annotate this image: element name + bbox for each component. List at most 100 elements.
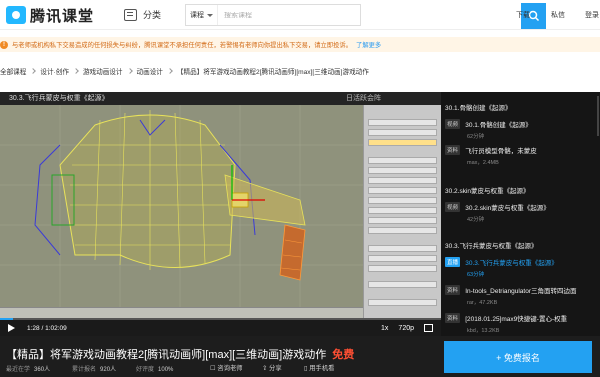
panel-field xyxy=(368,197,437,204)
playback-time: 1:28 / 1:02:09 xyxy=(27,324,67,332)
rating-label: 好评度 xyxy=(136,367,155,373)
item-meta: rar，47.2KB xyxy=(467,300,498,306)
total-label: 累计报名 xyxy=(72,367,97,373)
video-title: 30.3.飞行兵蒙皮与权重《起源》 xyxy=(9,95,109,102)
course-title-text: 【精品】将军游戏动画教程2[腾讯动画师][max][三维动画]游戏动作 xyxy=(6,349,327,361)
panel-field xyxy=(368,139,437,146)
playlist-item[interactable]: 资料 飞行员模型骨骼，未蒙皮 max，2.4MB xyxy=(445,145,597,166)
course-price: 免费 xyxy=(332,349,355,361)
chevron-right-icon xyxy=(73,68,79,74)
site-header: 腾讯课堂 分类 课程 下载 私信 登录 xyxy=(0,0,600,30)
recent-learners: 最近在学 360人 xyxy=(6,364,50,373)
logo-icon xyxy=(6,6,26,24)
scrollbar[interactable] xyxy=(597,96,599,136)
fullscreen-icon[interactable] xyxy=(424,324,433,332)
item-type-badge: 资料 xyxy=(445,285,461,295)
share-label: 分享 xyxy=(269,365,282,372)
chevron-right-icon xyxy=(167,68,173,74)
chevron-down-icon xyxy=(207,13,213,17)
chevron-right-icon xyxy=(126,68,133,74)
video-title-bar: 30.3.飞行兵蒙皮与权重《起源》 日活跃会阵 xyxy=(0,92,441,105)
chevron-right-icon xyxy=(30,68,37,74)
messages-link[interactable]: 私信 xyxy=(551,10,565,20)
search-input[interactable] xyxy=(218,11,360,19)
item-meta: 42分钟 xyxy=(467,217,485,223)
breadcrumb-item[interactable]: 全部课程 xyxy=(0,66,26,76)
total-value: 920人 xyxy=(100,367,117,373)
total-enrolled: 累计报名 920人 xyxy=(72,364,116,373)
item-meta: 62分钟 xyxy=(467,134,485,140)
course-info-bar: 【精品】将军游戏动画教程2[腾讯动画师][max][三维动画]游戏动作 免费 最近… xyxy=(0,336,600,377)
chapter-playlist: 30.1.骨骼创建《起源》 视频 30.1.骨骼创建《起源》 62分钟 资料 飞… xyxy=(441,92,600,336)
rating: 好评度 100% xyxy=(136,364,173,373)
speed-button[interactable]: 1x xyxy=(381,325,388,332)
enroll-button[interactable]: + 免费报名 xyxy=(444,341,592,373)
app-window-title: 日活跃会阵 xyxy=(346,95,381,102)
item-title: In-tools_Detriangulator三角面转四边面 xyxy=(465,288,577,295)
breadcrumb-current: 【精品】将军游戏动画教程2[腾讯动画师][max][三维动画]游戏动作 xyxy=(176,69,369,76)
list-icon xyxy=(124,8,137,21)
video-player[interactable]: 30.3.飞行兵蒙皮与权重《起源》 日活跃会阵 1:28 / 1:02:09 1… xyxy=(0,92,441,336)
panel-field xyxy=(368,227,437,234)
site-logo[interactable]: 腾讯课堂 xyxy=(6,5,94,25)
panel-field xyxy=(368,167,437,174)
item-type-badge: 资料 xyxy=(445,313,461,323)
rating-value: 100% xyxy=(158,367,174,373)
panel-field xyxy=(368,299,437,306)
item-meta: kbd，13.2KB xyxy=(467,328,500,334)
panel-field xyxy=(368,187,437,194)
playlist-item[interactable]: 资料 In-tools_Detriangulator三角面转四边面 rar，47… xyxy=(445,285,597,306)
breadcrumb-item[interactable]: 游戏动画设计 xyxy=(83,66,123,76)
panel-field xyxy=(368,281,437,288)
warning-notice: ! 与老师或机构私下交易造成的任何损失与纠纷，腾讯课堂不承担任何责任，若警惕有老… xyxy=(0,37,600,52)
learn-more-link[interactable]: 了解更多 xyxy=(356,40,381,49)
consult-label: 咨询老师 xyxy=(217,365,243,372)
quality-button[interactable]: 720p xyxy=(398,325,414,332)
consult-teacher-button[interactable]: ☐ 咨询老师 xyxy=(210,363,243,372)
search-bar: 课程 xyxy=(185,3,546,29)
mobile-view-button[interactable]: ▯ 用手机看 xyxy=(304,363,334,372)
search-type-select[interactable]: 课程 xyxy=(186,5,218,25)
panel-field xyxy=(368,245,437,252)
panel-field xyxy=(368,207,437,214)
breadcrumb-item[interactable]: 设计·创作 xyxy=(40,66,69,76)
playlist-item[interactable]: 视频 30.1.骨骼创建《起源》 62分钟 xyxy=(445,119,597,140)
panel-field xyxy=(368,255,437,262)
recent-value: 360人 xyxy=(34,367,51,373)
play-icon[interactable] xyxy=(8,324,15,332)
player-controls: 1:28 / 1:02:09 1x 720p xyxy=(0,320,441,336)
playlist-item[interactable]: 视频 30.2.skin蒙皮与权重《起源》 42分钟 xyxy=(445,202,597,223)
category-menu[interactable]: 分类 xyxy=(124,8,161,21)
course-title: 【精品】将军游戏动画教程2[腾讯动画师][max][三维动画]游戏动作 免费 xyxy=(6,346,354,362)
item-title: 30.2.skin蒙皮与权重《起源》 xyxy=(465,205,550,212)
panel-field xyxy=(368,119,437,126)
panel-field xyxy=(368,129,437,136)
warning-icon: ! xyxy=(0,40,8,49)
panel-field xyxy=(368,265,437,272)
category-label: 分类 xyxy=(143,10,162,20)
share-button[interactable]: ⇪ 分享 xyxy=(262,363,282,372)
item-type-badge: 视频 xyxy=(445,119,461,129)
item-type-badge: 视频 xyxy=(445,202,461,212)
breadcrumb-item[interactable]: 动画设计 xyxy=(137,66,163,76)
breadcrumb: 全部课程 设计·创作 游戏动画设计 动画设计 【精品】将军游戏动画教程2[腾讯动… xyxy=(0,66,369,76)
video-frame xyxy=(0,105,363,307)
progress-bar[interactable] xyxy=(0,318,441,320)
login-link[interactable]: 登录 xyxy=(585,10,599,20)
section-title: 30.3.飞行兵蒙皮与权重《起源》 xyxy=(445,243,538,250)
item-meta: max，2.4MB xyxy=(467,160,499,166)
panel-field xyxy=(368,177,437,184)
item-title: [2018.01.25]max9快捷键-置心-权重 xyxy=(465,316,568,323)
mobile-label: 用手机看 xyxy=(309,365,335,372)
panel-field xyxy=(368,217,437,224)
playlist-item-active[interactable]: 直播 30.3.飞行兵蒙皮与权重《起源》 63分钟 xyxy=(445,257,597,278)
download-link[interactable]: 下载 xyxy=(516,10,530,20)
share-icon: ⇪ xyxy=(262,365,270,372)
search-type-label: 课程 xyxy=(190,12,204,19)
item-meta: 63分钟 xyxy=(467,272,485,278)
notice-text: 与老师或机构私下交易造成的任何损失与纠纷，腾讯课堂不承担任何责任，若警惕有老师向… xyxy=(12,42,353,49)
section-title: 30.1.骨骼创建《起源》 xyxy=(445,105,512,112)
panel-field xyxy=(368,157,437,164)
item-title: 飞行员模型骨骼，未蒙皮 xyxy=(465,148,537,155)
playlist-item[interactable]: 资料 [2018.01.25]max9快捷键-置心-权重 kbd，13.2KB xyxy=(445,313,597,334)
